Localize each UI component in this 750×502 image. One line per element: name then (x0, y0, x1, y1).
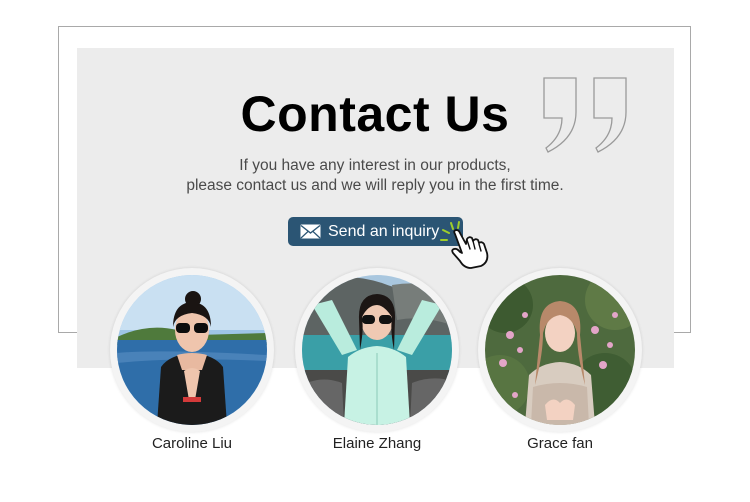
send-inquiry-label: Send an inquiry (328, 223, 440, 240)
team-member-name: Grace fan (527, 435, 593, 452)
avatar-photo (117, 275, 267, 425)
avatar (110, 268, 274, 432)
page-title: Contact Us (240, 86, 510, 142)
hand-pointer-icon (440, 221, 489, 269)
avatar (295, 268, 459, 432)
subtitle-line-2: please contact us and we will reply you … (186, 177, 564, 194)
avatar-photo (302, 275, 452, 425)
team-member-card: Elaine Zhang (295, 268, 459, 452)
team-member-card: Grace fan (478, 268, 642, 452)
subtitle-line-1: If you have any interest in our products… (239, 157, 511, 174)
avatar (478, 268, 642, 432)
team-member-card: Caroline Liu (110, 268, 274, 452)
mail-icon (300, 224, 321, 239)
avatar-photo (485, 275, 635, 425)
